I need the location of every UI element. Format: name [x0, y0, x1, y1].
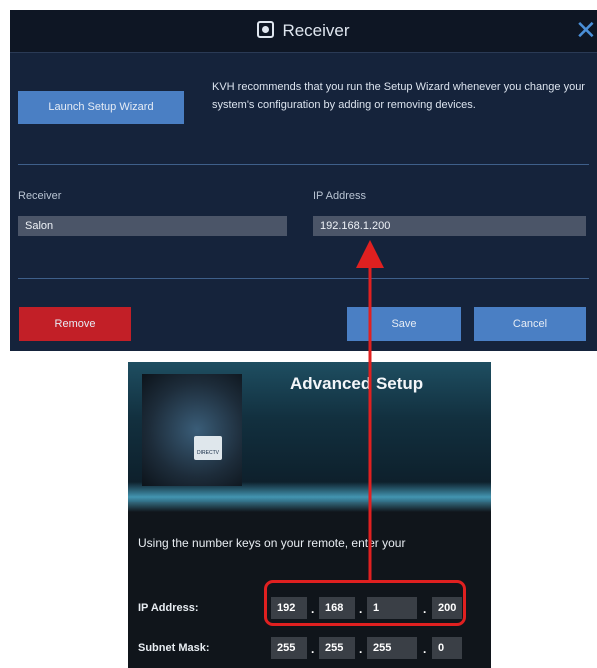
annotation-arrow	[356, 240, 384, 580]
arrow-head-icon	[356, 240, 384, 268]
